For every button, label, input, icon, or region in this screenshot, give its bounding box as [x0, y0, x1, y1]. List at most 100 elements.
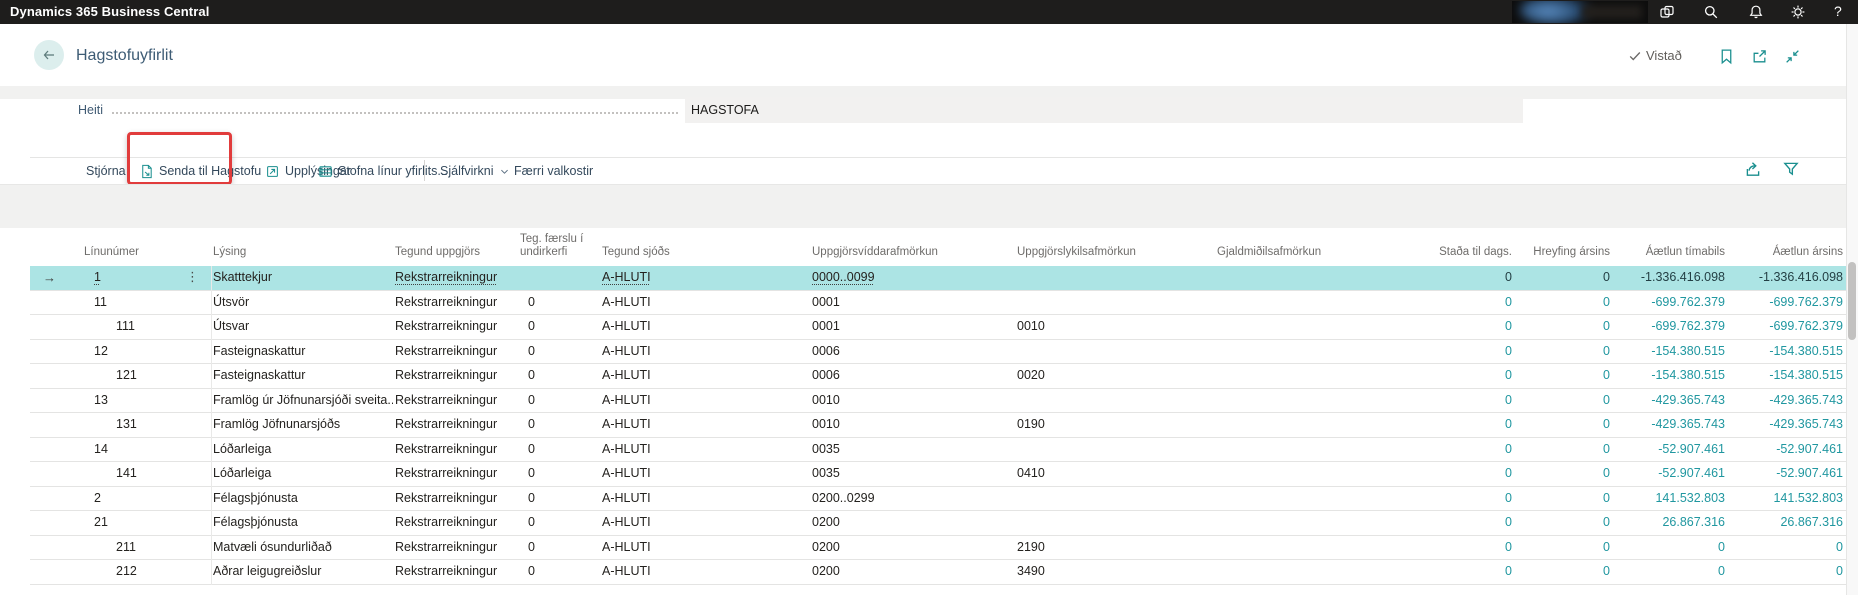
toolbar-senda-til-hagstofu-button[interactable]: Senda til Hagstofu [139, 161, 261, 181]
cell-linenum[interactable]: 111 [116, 319, 135, 333]
cell-aetlun_timabils[interactable]: 26.867.316 [1662, 515, 1725, 529]
cell-aetlun_timabils[interactable]: -154.380.515 [1651, 368, 1725, 382]
filter-icon[interactable] [1782, 160, 1800, 178]
collapse-page-icon[interactable] [1784, 48, 1801, 65]
heiti-input[interactable]: HAGSTOFA [685, 97, 1523, 123]
cell-linenum[interactable]: 141 [116, 466, 137, 480]
cell-stada[interactable]: 0 [1505, 540, 1512, 554]
cell-aetlun_arsins[interactable]: 141.532.803 [1773, 491, 1843, 505]
cell-aetlun_timabils[interactable]: 0 [1718, 564, 1725, 578]
column-header-gjaldmidill[interactable]: Gjaldmiðilsafmörkun [1215, 246, 1395, 266]
cell-stada[interactable]: 0 [1505, 417, 1512, 431]
cell-hreyfing[interactable]: 0 [1603, 270, 1610, 284]
cell-linenum[interactable]: 11 [94, 295, 107, 309]
column-header-vidd[interactable]: Uppgjörsvíddarafmörkun [810, 246, 1015, 266]
cell-aetlun_arsins[interactable]: -699.762.379 [1769, 319, 1843, 333]
column-header-lysing[interactable]: Lýsing [211, 246, 393, 266]
settings-gear-icon[interactable] [1790, 4, 1806, 20]
toolbar-sjalfvirkni-menu[interactable]: Sjálfvirkni [440, 161, 510, 181]
cell-stada[interactable]: 0 [1505, 564, 1512, 578]
cell-aetlun_timabils[interactable]: -699.762.379 [1651, 295, 1725, 309]
cell-aetlun_timabils[interactable]: -429.365.743 [1651, 393, 1725, 407]
search-icon[interactable] [1703, 4, 1719, 20]
column-header-tegund_sjods[interactable]: Tegund sjóðs [600, 246, 810, 266]
vertical-scrollbar-thumb[interactable] [1848, 262, 1856, 340]
environment-badge-blurred[interactable] [1512, 1, 1648, 23]
cell-aetlun_arsins[interactable]: 26.867.316 [1780, 515, 1843, 529]
cell-linenum[interactable]: 2 [94, 491, 101, 505]
cell-aetlun_arsins[interactable]: -699.762.379 [1769, 295, 1843, 309]
table-row-14[interactable]: 14LóðarleigaRekstrarreikningur0A-HLUTI00… [30, 438, 1846, 463]
cell-aetlun_timabils[interactable]: 141.532.803 [1655, 491, 1725, 505]
row-context-menu-icon[interactable]: ⋮ [186, 266, 199, 290]
help-icon[interactable]: ? [1834, 3, 1842, 19]
cell-aetlun_timabils[interactable]: -1.336.416.098 [1641, 270, 1725, 284]
column-header-aetlun_timabils[interactable]: Áætlun tímabils [1618, 246, 1733, 266]
cell-aetlun_arsins[interactable]: -52.907.461 [1776, 442, 1843, 456]
table-row-13[interactable]: 13Framlög úr Jöfnunarsjóði sveita...Reks… [30, 389, 1846, 414]
cell-linenum[interactable]: 131 [116, 417, 137, 431]
cell-linenum[interactable]: 14 [94, 442, 108, 456]
cell-linenum[interactable]: 1 [94, 270, 101, 284]
cell-aetlun_timabils[interactable]: -429.365.743 [1651, 417, 1725, 431]
table-row-2[interactable]: 2FélagsþjónustaRekstrarreikningur0A-HLUT… [30, 487, 1846, 512]
cell-hreyfing[interactable]: 0 [1603, 564, 1610, 578]
page-title[interactable]: Hagstofuyfirlit [76, 47, 173, 65]
notifications-bell-icon[interactable] [1748, 4, 1764, 20]
toolbar-faerri-valkostir-button[interactable]: Færri valkostir [514, 161, 593, 181]
cell-hreyfing[interactable]: 0 [1603, 417, 1610, 431]
cell-aetlun_arsins[interactable]: -1.336.416.098 [1759, 270, 1843, 284]
cell-stada[interactable]: 0 [1505, 442, 1512, 456]
cell-aetlun_arsins[interactable]: -429.365.743 [1769, 417, 1843, 431]
back-button[interactable] [34, 40, 64, 70]
dynamics-apps-icon[interactable] [1659, 4, 1675, 20]
cell-stada[interactable]: 0 [1505, 515, 1512, 529]
table-row-141[interactable]: 141LóðarleigaRekstrarreikningur0A-HLUTI0… [30, 462, 1846, 487]
cell-linenum[interactable]: 21 [94, 515, 108, 529]
table-row-12[interactable]: 12FasteignaskatturRekstrarreikningur0A-H… [30, 340, 1846, 365]
share-icon[interactable] [1744, 160, 1762, 178]
cell-aetlun_timabils[interactable]: 0 [1718, 540, 1725, 554]
cell-aetlun_timabils[interactable]: -52.907.461 [1658, 442, 1725, 456]
cell-stada[interactable]: 0 [1505, 491, 1512, 505]
column-header-teg_faerslu[interactable]: Teg. færslu í undirkerfi [518, 233, 600, 266]
column-header-linenum[interactable]: Línunúmer [64, 246, 211, 266]
cell-aetlun_arsins[interactable]: -154.380.515 [1769, 344, 1843, 358]
cell-aetlun_timabils[interactable]: -699.762.379 [1651, 319, 1725, 333]
cell-linenum[interactable]: 13 [94, 393, 108, 407]
toolbar-stjorna-button[interactable]: Stjórna [86, 161, 126, 181]
table-row-111[interactable]: 111ÚtsvarRekstrarreikningur0A-HLUTI00010… [30, 315, 1846, 340]
cell-linenum[interactable]: 211 [116, 540, 136, 554]
bookmark-icon[interactable] [1718, 48, 1735, 65]
cell-stada[interactable]: 0 [1505, 344, 1512, 358]
cell-stada[interactable]: 0 [1505, 295, 1512, 309]
column-header-stada[interactable]: Staða til dags. [1395, 246, 1520, 266]
cell-hreyfing[interactable]: 0 [1603, 295, 1610, 309]
cell-hreyfing[interactable]: 0 [1603, 442, 1610, 456]
cell-stada[interactable]: 0 [1505, 466, 1512, 480]
table-row-211[interactable]: 211Matvæli ósundurliðaðRekstrarreikningu… [30, 536, 1846, 561]
cell-stada[interactable]: 0 [1505, 270, 1512, 284]
table-row-212[interactable]: 212Aðrar leigugreiðslurRekstrarreikningu… [30, 560, 1846, 585]
cell-linenum[interactable]: 212 [116, 564, 137, 578]
cell-hreyfing[interactable]: 0 [1603, 515, 1610, 529]
cell-stada[interactable]: 0 [1505, 368, 1512, 382]
cell-linenum[interactable]: 121 [116, 368, 137, 382]
cell-linenum[interactable]: 12 [94, 344, 108, 358]
cell-aetlun_arsins[interactable]: -154.380.515 [1769, 368, 1843, 382]
cell-aetlun_arsins[interactable]: 0 [1836, 540, 1843, 554]
cell-aetlun_arsins[interactable]: -52.907.461 [1776, 466, 1843, 480]
cell-hreyfing[interactable]: 0 [1603, 491, 1610, 505]
cell-hreyfing[interactable]: 0 [1603, 368, 1610, 382]
table-row-21[interactable]: 21FélagsþjónustaRekstrarreikningur0A-HLU… [30, 511, 1846, 536]
table-row-131[interactable]: 131Framlög JöfnunarsjóðsRekstrarreikning… [30, 413, 1846, 438]
cell-hreyfing[interactable]: 0 [1603, 319, 1610, 333]
cell-aetlun_timabils[interactable]: -154.380.515 [1651, 344, 1725, 358]
cell-aetlun_timabils[interactable]: -52.907.461 [1658, 466, 1725, 480]
cell-hreyfing[interactable]: 0 [1603, 466, 1610, 480]
toolbar-stofna-linur-button[interactable]: Stofna línur yfirlits... [318, 161, 448, 181]
cell-aetlun_arsins[interactable]: -429.365.743 [1769, 393, 1843, 407]
column-header-aetlun_arsins[interactable]: Áætlun ársins [1733, 246, 1846, 266]
column-header-hreyfing[interactable]: Hreyfing ársins [1520, 246, 1618, 266]
cell-aetlun_arsins[interactable]: 0 [1836, 564, 1843, 578]
